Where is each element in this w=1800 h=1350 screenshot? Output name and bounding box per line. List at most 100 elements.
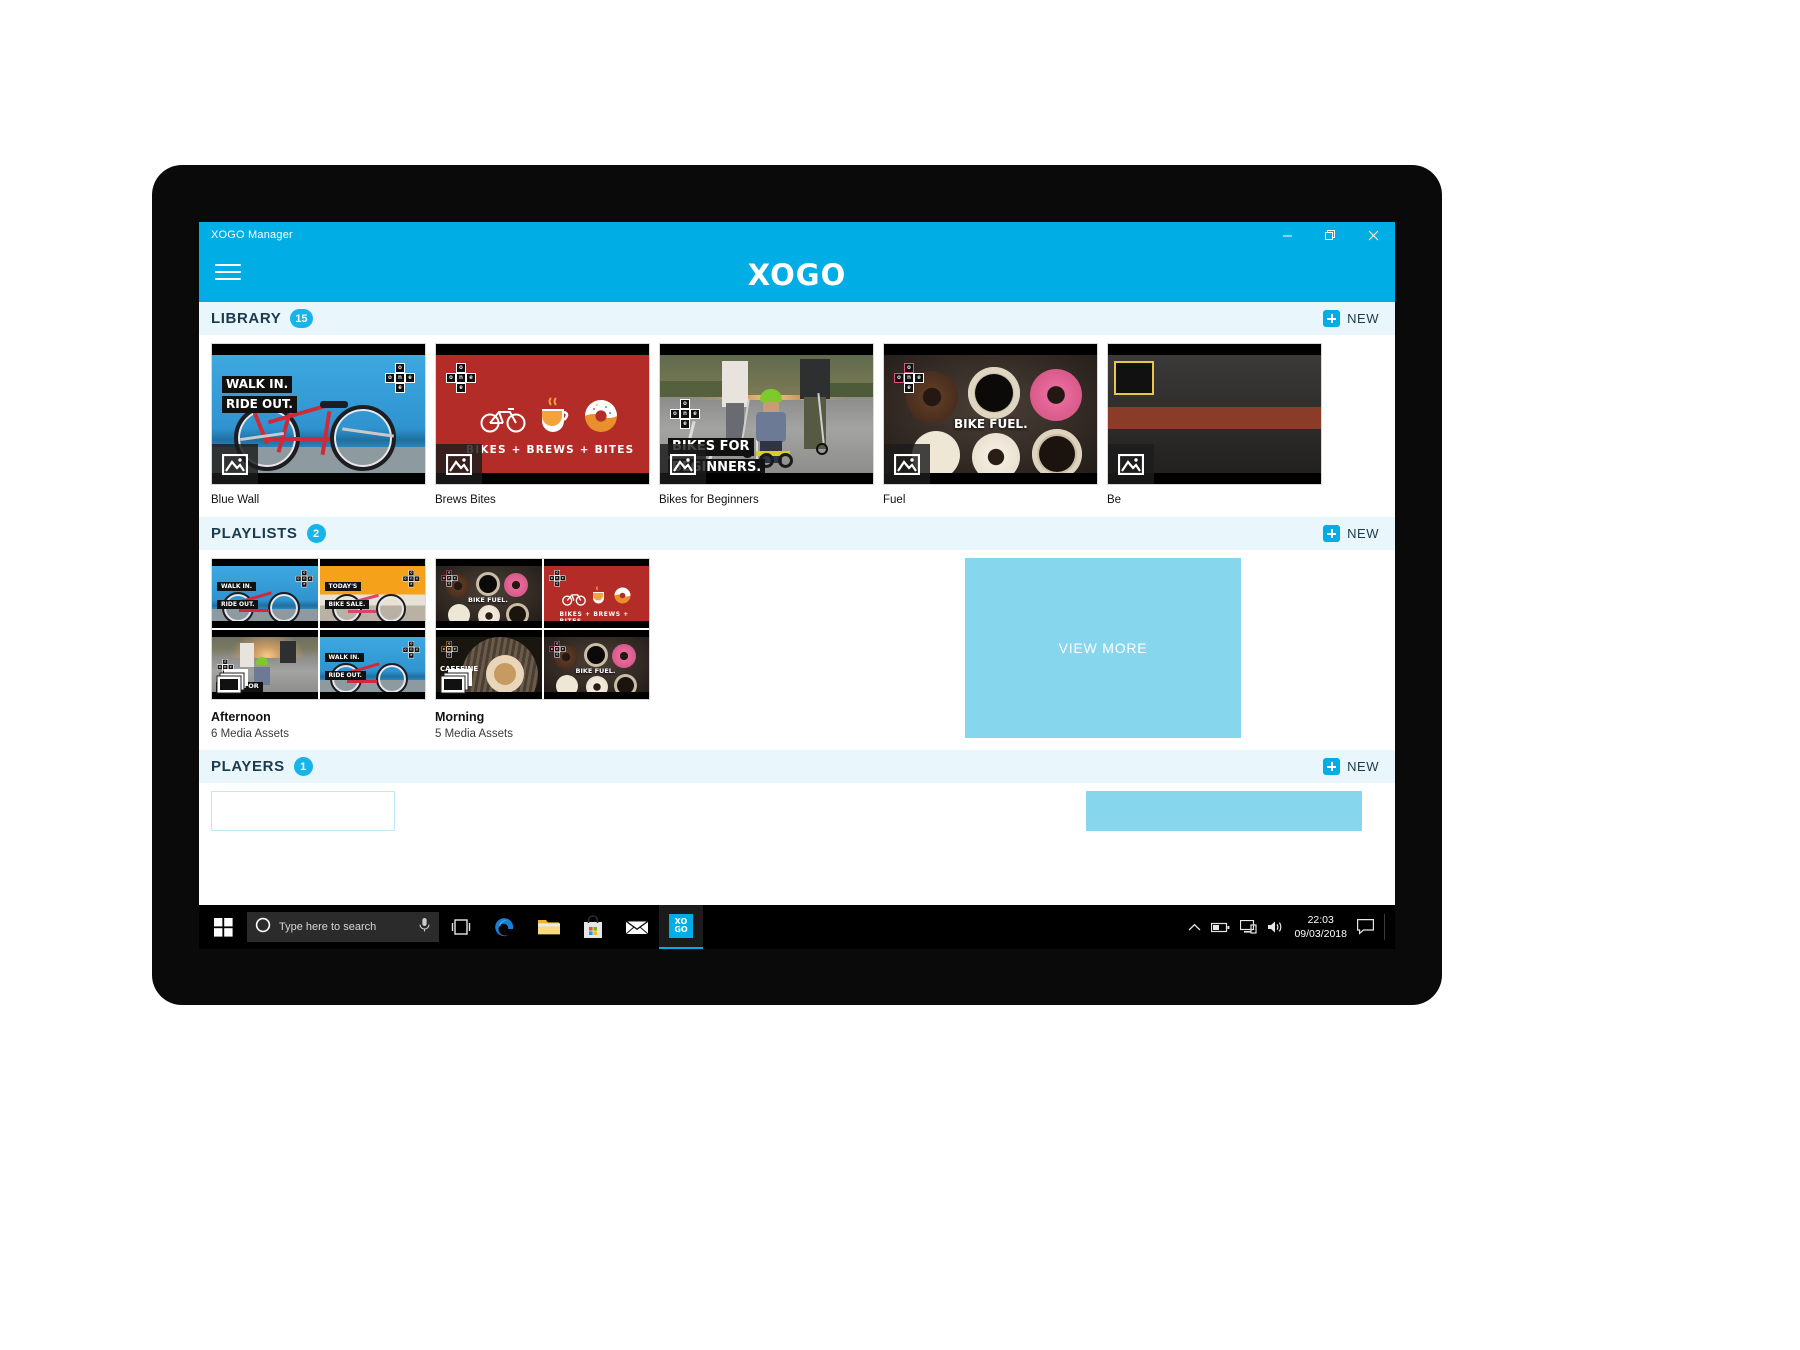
tile-overlay-line: BIKE FUEL. bbox=[468, 596, 508, 604]
cortana-circle-icon bbox=[255, 917, 271, 938]
show-hidden-icons-chevron[interactable] bbox=[1188, 923, 1201, 932]
thumb-overlay-line: RIDE OUT. bbox=[222, 396, 297, 413]
xogo-logo: XOGO bbox=[747, 258, 847, 292]
playlists-items-row[interactable]: oo nee WALK IN. RIDE OUT. o o n e e TODA… bbox=[199, 550, 1395, 740]
media-type-image-icon bbox=[884, 444, 930, 484]
library-item[interactable]: oo nee BIKES + BREWS + BITES Brews Bites bbox=[435, 343, 650, 506]
one-logo-icon: oo nee bbox=[295, 570, 313, 588]
one-logo-icon: oo nee bbox=[441, 570, 458, 587]
library-item-thumbnail[interactable]: oo nee WALK IN. RIDE OUT. bbox=[211, 343, 426, 485]
one-logo-icon: oo nee bbox=[446, 363, 476, 393]
players-title: PLAYERS bbox=[211, 758, 285, 775]
library-item-thumbnail[interactable] bbox=[1107, 343, 1322, 485]
playlists-view-more-button[interactable]: VIEW MORE bbox=[965, 558, 1241, 738]
library-item-thumbnail[interactable]: oo nee BIKES + BREWS + BITES bbox=[435, 343, 650, 485]
plus-icon bbox=[1323, 758, 1341, 775]
tile-overlay-line: BIKE SALE. bbox=[324, 600, 370, 610]
media-type-image-icon bbox=[212, 444, 258, 484]
playlists-new-button[interactable]: NEW bbox=[1323, 525, 1379, 542]
battery-icon[interactable] bbox=[1211, 922, 1230, 933]
minimize-button[interactable] bbox=[1266, 222, 1309, 248]
microsoft-store-icon[interactable] bbox=[571, 905, 615, 949]
taskbar-clock[interactable]: 22:03 09/03/2018 bbox=[1294, 913, 1347, 941]
players-new-label: NEW bbox=[1347, 759, 1379, 774]
library-title: LIBRARY bbox=[211, 310, 282, 327]
volume-icon[interactable] bbox=[1267, 920, 1284, 934]
library-item-thumbnail[interactable]: oo nee BIKES FOR BEGINNERS. bbox=[659, 343, 874, 485]
library-item-thumbnail[interactable]: oo nee BIKE FUEL. bbox=[883, 343, 1098, 485]
media-type-image-icon bbox=[1108, 444, 1154, 484]
library-item[interactable]: Be bbox=[1107, 343, 1322, 506]
library-section-header: LIBRARY 15 NEW bbox=[199, 302, 1395, 335]
search-input[interactable]: Type here to search bbox=[247, 912, 439, 942]
one-logo-icon: oo nee bbox=[402, 641, 420, 659]
windows-taskbar: Type here to search XO GO 22:03 09/03/20… bbox=[199, 905, 1395, 949]
playlist-stack-icon bbox=[440, 665, 476, 695]
clock-time: 22:03 bbox=[1307, 913, 1334, 926]
restore-button[interactable] bbox=[1309, 222, 1352, 248]
hamburger-menu-icon[interactable] bbox=[215, 261, 241, 283]
players-items-row[interactable] bbox=[199, 783, 1395, 831]
windows-start-icon[interactable] bbox=[199, 905, 247, 949]
media-type-image-icon bbox=[660, 444, 706, 484]
clock-date: 09/03/2018 bbox=[1294, 928, 1347, 940]
network-icon[interactable] bbox=[1240, 920, 1258, 934]
playlist-asset-count: 6 Media Assets bbox=[211, 728, 289, 740]
tile-overlay-line: TODAY'S bbox=[324, 582, 362, 592]
coffee-cup-icon bbox=[538, 397, 570, 440]
library-item[interactable]: oo nee BIKES FOR BEGINNERS. Bikes for Be… bbox=[659, 343, 874, 506]
playlists-section-header: PLAYLISTS 2 NEW bbox=[199, 517, 1395, 550]
one-logo-icon: oo nee bbox=[441, 641, 458, 658]
library-items-row[interactable]: oo nee WALK IN. RIDE OUT. Blue Wall o o … bbox=[199, 335, 1395, 506]
bicycle-icon bbox=[561, 590, 586, 611]
close-button[interactable] bbox=[1352, 222, 1395, 248]
edge-browser-icon[interactable] bbox=[483, 905, 527, 949]
playlist-name: Morning bbox=[435, 710, 485, 724]
library-item-name: Blue Wall bbox=[211, 494, 260, 506]
window-controls bbox=[1266, 222, 1395, 248]
one-logo-icon: oo nee bbox=[402, 570, 420, 588]
thumb-overlay-line: BIKE FUEL. bbox=[954, 417, 1028, 431]
taskbar-pinned-apps[interactable]: XO GO bbox=[439, 905, 703, 949]
playlist-item[interactable]: oo nee BIKE FUEL. oo nee BIKES + BREWS +… bbox=[435, 558, 650, 740]
library-item-name: Be bbox=[1107, 494, 1122, 506]
tray-divider bbox=[1384, 914, 1385, 940]
players-new-button[interactable]: NEW bbox=[1323, 758, 1379, 775]
view-more-label: VIEW MORE bbox=[1058, 640, 1148, 656]
donut-icon bbox=[614, 587, 631, 609]
playlist-stack-icon bbox=[216, 665, 252, 695]
playlist-item[interactable]: oo nee WALK IN. RIDE OUT. o o n e e TODA… bbox=[211, 558, 426, 740]
library-item[interactable]: oo nee WALK IN. RIDE OUT. Blue Wall bbox=[211, 343, 426, 506]
players-view-more-button[interactable] bbox=[1086, 791, 1362, 831]
playlists-new-label: NEW bbox=[1347, 526, 1379, 541]
action-center-icon[interactable] bbox=[1357, 919, 1374, 935]
library-count-badge: 15 bbox=[290, 309, 313, 328]
playlist-thumbnail-grid[interactable]: oo nee BIKE FUEL. oo nee BIKES + BREWS +… bbox=[435, 558, 650, 700]
playlist-tile: oo nee BIKE FUEL. bbox=[436, 559, 542, 628]
player-item[interactable] bbox=[211, 791, 395, 831]
library-item[interactable]: oo nee BIKE FUEL. Fuel bbox=[883, 343, 1098, 506]
file-explorer-icon[interactable] bbox=[527, 905, 571, 949]
library-new-label: NEW bbox=[1347, 311, 1379, 326]
tile-overlay-line: WALK IN. bbox=[217, 582, 257, 592]
search-placeholder: Type here to search bbox=[279, 921, 377, 933]
tablet-screen: XOGO Manager XOGO LIBRARY 15 NEW o o n e… bbox=[199, 222, 1395, 949]
thumb-overlay-line: BIKES + BREWS + BITES bbox=[466, 444, 635, 456]
donut-icon bbox=[584, 399, 618, 438]
one-logo-icon: oo nee bbox=[548, 641, 565, 658]
players-count-badge: 1 bbox=[293, 757, 313, 776]
tile-overlay-line: RIDE OUT. bbox=[217, 600, 259, 610]
playlist-thumbnail-grid[interactable]: oo nee WALK IN. RIDE OUT. o o n e e TODA… bbox=[211, 558, 426, 700]
playlist-tile: oo nee CAFFEINE DU JOUR. bbox=[436, 630, 542, 699]
task-view-icon[interactable] bbox=[439, 905, 483, 949]
xogo-app-icon[interactable]: XO GO bbox=[659, 905, 703, 949]
library-item-name: Bikes for Beginners bbox=[659, 494, 759, 506]
mail-icon[interactable] bbox=[615, 905, 659, 949]
playlists-count-badge: 2 bbox=[306, 524, 326, 543]
library-new-button[interactable]: NEW bbox=[1323, 310, 1379, 327]
playlist-tile: oo nee TODAY'S BIKE SALE. bbox=[319, 559, 425, 628]
system-tray[interactable]: 22:03 09/03/2018 bbox=[1188, 913, 1395, 941]
coffee-cup-icon bbox=[591, 586, 607, 610]
microphone-icon[interactable] bbox=[418, 917, 431, 938]
playlist-name: Afternoon bbox=[211, 710, 271, 724]
